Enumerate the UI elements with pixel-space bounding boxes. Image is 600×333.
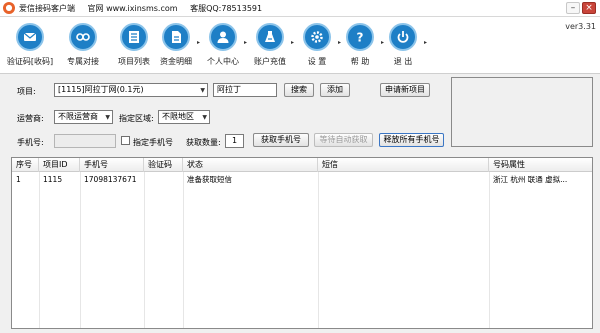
close-button[interactable]: × bbox=[582, 2, 596, 14]
link-icon bbox=[69, 23, 97, 51]
auto-wait-button[interactable]: 等待自动获取 bbox=[314, 133, 373, 147]
chevron-down-icon: ▼ bbox=[202, 114, 207, 121]
website-text: 官网 www.ixinsms.com bbox=[87, 4, 178, 13]
column-header-project-id[interactable]: 项目ID bbox=[39, 158, 80, 172]
add-button[interactable]: 添加 bbox=[320, 83, 350, 97]
app-logo-icon: ● bbox=[3, 2, 15, 14]
chevron-right-icon: ▸ bbox=[424, 39, 428, 46]
project-label: 项目: bbox=[17, 87, 36, 96]
specify-phone-checkbox[interactable] bbox=[121, 136, 130, 145]
column-header-status[interactable]: 状态 bbox=[183, 158, 318, 172]
table-header: 序号 项目ID 手机号 验证码 状态 短信 号码属性 bbox=[12, 158, 592, 172]
chevron-right-icon: ▸ bbox=[291, 39, 295, 46]
column-header-attributes[interactable]: 号码属性 bbox=[489, 158, 592, 172]
sms-icon bbox=[16, 23, 44, 51]
project-name-input[interactable]: 阿拉丁 bbox=[213, 83, 277, 97]
project-select[interactable]: [1115]阿拉丁网(0.1元) ▼ bbox=[54, 83, 208, 97]
version-label: ver3.31 bbox=[565, 22, 596, 31]
cell-index: 1 bbox=[16, 175, 21, 184]
help-icon: ? bbox=[346, 23, 374, 51]
toolbar-divider bbox=[0, 73, 600, 74]
gear-icon bbox=[303, 23, 331, 51]
phone-table: 序号 项目ID 手机号 验证码 状态 短信 号码属性 1 1115 170981… bbox=[11, 157, 593, 329]
specify-phone-label: 指定手机号 bbox=[133, 138, 173, 147]
column-divider bbox=[183, 172, 184, 328]
search-button[interactable]: 搜索 bbox=[284, 83, 314, 97]
column-divider bbox=[80, 172, 81, 328]
user-icon bbox=[209, 23, 237, 51]
column-divider bbox=[39, 172, 40, 328]
toolbar-link-button[interactable]: 专属对接 bbox=[61, 23, 105, 67]
column-header-phone[interactable]: 手机号 bbox=[80, 158, 144, 172]
chevron-right-icon: ▸ bbox=[197, 39, 201, 46]
count-label: 获取数量: bbox=[186, 138, 221, 147]
document-icon bbox=[162, 23, 190, 51]
chevron-right-icon: ▸ bbox=[244, 39, 248, 46]
main-toolbar: ver3.31 验证码[收码] 专属对接 项目列表 资金明细 ▸ 个人中心 ▸ bbox=[0, 17, 600, 73]
cell-sms bbox=[318, 173, 489, 187]
column-divider bbox=[144, 172, 145, 328]
column-divider bbox=[489, 172, 490, 328]
cell-project-id: 1115 bbox=[43, 175, 63, 184]
project-select-value: [1115]阿拉丁网(0.1元) bbox=[58, 85, 144, 94]
operator-select[interactable]: 不限运营商 ▼ bbox=[54, 110, 113, 124]
window-controls: – × bbox=[566, 2, 596, 14]
phone-input[interactable] bbox=[54, 134, 116, 148]
cell-attributes: 浙江 杭州 联通 虚拟... bbox=[493, 175, 568, 184]
recharge-icon bbox=[256, 23, 284, 51]
chevron-down-icon: ▼ bbox=[105, 114, 110, 121]
title-bar: ● 爱信接码客户端 官网 www.ixinsms.com 客服QQ:785135… bbox=[0, 0, 600, 17]
get-phone-button[interactable]: 获取手机号 bbox=[253, 133, 309, 147]
preview-panel bbox=[451, 77, 593, 147]
cell-status: 准备获取短信 bbox=[187, 175, 232, 184]
column-header-index[interactable]: 序号 bbox=[12, 158, 39, 172]
phone-label: 手机号: bbox=[17, 138, 44, 147]
column-header-code[interactable]: 验证码 bbox=[144, 158, 183, 172]
apply-new-project-button[interactable]: 申请新项目 bbox=[380, 83, 430, 97]
list-icon bbox=[120, 23, 148, 51]
app-name: 爱信接码客户端 bbox=[19, 4, 75, 13]
svg-text:?: ? bbox=[357, 31, 364, 45]
minimize-button[interactable]: – bbox=[566, 2, 580, 14]
count-input[interactable]: 1 bbox=[225, 134, 244, 148]
cell-code bbox=[144, 173, 183, 187]
operator-select-value: 不限运营商 bbox=[58, 112, 98, 121]
column-divider bbox=[318, 172, 319, 328]
toolbar-sms-button[interactable]: 验证码[收码] bbox=[7, 23, 53, 67]
toolbar-exit-button[interactable]: 退 出 bbox=[381, 23, 425, 67]
release-all-button[interactable]: 释放所有手机号 bbox=[379, 133, 444, 147]
column-header-sms[interactable]: 短信 bbox=[318, 158, 489, 172]
cell-phone: 17098137671 bbox=[84, 175, 137, 184]
region-label: 指定区域: bbox=[119, 114, 154, 123]
operator-label: 运营商: bbox=[17, 114, 44, 123]
toolbar-label: 退 出 bbox=[393, 57, 413, 66]
power-icon bbox=[389, 23, 417, 51]
region-select-value: 不限地区 bbox=[162, 112, 194, 121]
region-select[interactable]: 不限地区 ▼ bbox=[158, 110, 210, 124]
qq-text: 客服QQ:78513591 bbox=[190, 4, 263, 13]
table-row[interactable]: 1 1115 17098137671 准备获取短信 浙江 杭州 联通 虚拟... bbox=[12, 173, 592, 187]
window-title: 爱信接码客户端 官网 www.ixinsms.com 客服QQ:78513591 bbox=[19, 3, 272, 14]
chevron-down-icon: ▼ bbox=[200, 87, 205, 94]
